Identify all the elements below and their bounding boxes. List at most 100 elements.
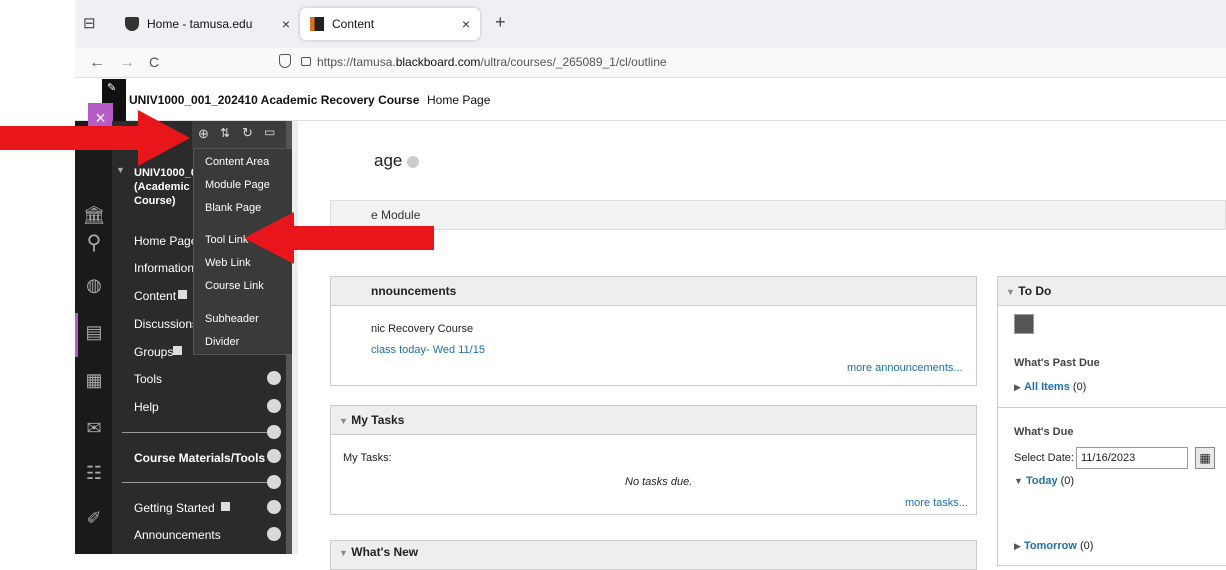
tab-list-icon[interactable]: ⊟: [83, 14, 96, 32]
url-domain: blackboard.com: [395, 55, 481, 69]
course-title-line: Course): [134, 195, 176, 207]
menu-section-header[interactable]: Course Materials/Tools: [134, 451, 265, 465]
collapse-triangle-icon[interactable]: ▼: [339, 548, 348, 558]
tasks-heading: My Tasks: [351, 413, 405, 427]
due-heading: What's Due: [1014, 426, 1074, 438]
menu-item-information[interactable]: Information: [134, 261, 194, 275]
options-chevron-icon[interactable]: [267, 500, 281, 514]
active-indicator: [75, 313, 78, 357]
shield-icon: [125, 17, 139, 31]
tab-content-title: Content: [332, 17, 375, 31]
dropdown-content-area[interactable]: Content Area: [205, 156, 269, 168]
calendar-icon[interactable]: ▦: [82, 370, 106, 394]
tab-home[interactable]: Home - tamusa.edu ×: [115, 8, 300, 40]
collapse-triangle-icon[interactable]: ▼: [1014, 476, 1023, 486]
options-chevron-icon[interactable]: [267, 399, 281, 413]
all-items-row[interactable]: ▶ All Items (0): [1014, 381, 1086, 393]
new-tab-button[interactable]: +: [495, 12, 506, 33]
shield-tracking-icon: [279, 54, 291, 68]
collapse-triangle-icon[interactable]: ▼: [339, 416, 348, 426]
courses-icon[interactable]: ▤: [82, 322, 106, 346]
grades-icon[interactable]: ☷: [82, 463, 106, 487]
today-link[interactable]: Today: [1026, 475, 1058, 487]
close-tab-icon[interactable]: ×: [462, 16, 470, 32]
tasks-empty: No tasks due.: [625, 476, 693, 488]
options-chevron-icon[interactable]: [267, 475, 281, 489]
menu-item-groups[interactable]: Groups: [134, 345, 173, 359]
date-input[interactable]: 11/16/2023: [1076, 447, 1188, 469]
pencil-icon[interactable]: ✎: [107, 81, 116, 94]
expand-triangle-icon[interactable]: ▶: [1014, 541, 1021, 551]
whats-new-header: ▼ What's New: [331, 541, 976, 570]
tab-content[interactable]: Content ×: [300, 8, 480, 40]
menu-item-tools[interactable]: Tools: [134, 372, 162, 386]
hidden-item-icon: [178, 290, 187, 299]
content-separator: [292, 121, 298, 554]
options-chevron-icon[interactable]: [267, 425, 281, 439]
expand-triangle-icon[interactable]: ▶: [1014, 382, 1021, 392]
messages-icon[interactable]: ✉: [82, 418, 106, 442]
menu-item-help[interactable]: Help: [134, 400, 159, 414]
today-row[interactable]: ▼ Today (0): [1014, 475, 1074, 487]
calendar-picker-icon[interactable]: ▦: [1195, 447, 1215, 469]
options-chevron-icon[interactable]: [267, 371, 281, 385]
menu-item-getting-started[interactable]: Getting Started: [134, 501, 215, 515]
refresh-icon[interactable]: ↻: [242, 125, 253, 141]
dropdown-module-page[interactable]: Module Page: [205, 179, 270, 191]
menu-item-discussions[interactable]: Discussions: [134, 317, 198, 331]
options-chevron-icon[interactable]: [267, 527, 281, 541]
institution-icon[interactable]: 🏛: [82, 205, 106, 229]
blackboard-logo-icon: [310, 17, 324, 31]
more-tasks-link[interactable]: more tasks...: [905, 497, 968, 509]
menu-divider: [122, 482, 274, 483]
announcement-course: nic Recovery Course: [371, 323, 474, 335]
menu-item-announcements[interactable]: Announcements: [134, 528, 221, 542]
tasks-label: My Tasks:: [343, 452, 392, 464]
all-items-count: (0): [1072, 381, 1087, 393]
todo-header: ▼ To Do: [998, 277, 1226, 306]
folder-icon[interactable]: ▭: [264, 125, 275, 139]
tomorrow-link[interactable]: Tomorrow: [1024, 540, 1077, 552]
profile-icon[interactable]: ⚲: [82, 230, 106, 254]
browser-nav-bar: ← → C https://tamusa.blackboard.com/ultr…: [75, 48, 1226, 78]
announcement-link[interactable]: class today- Wed 11/15: [371, 344, 485, 356]
whats-new-heading: What's New: [351, 545, 419, 559]
url-prefix: https://tamusa.: [317, 55, 396, 69]
announcements-header: nnouncements: [331, 277, 976, 306]
menu-item-content[interactable]: Content: [134, 289, 176, 303]
course-header: UNIV1000_001_202410 Academic Recovery Co…: [75, 79, 1226, 121]
dropdown-subheader[interactable]: Subheader: [205, 313, 259, 325]
breadcrumb-home-page[interactable]: Home Page: [427, 93, 490, 107]
tab-home-title: Home - tamusa.edu: [147, 17, 253, 31]
more-announcements-link[interactable]: more announcements...: [847, 362, 963, 374]
url-field[interactable]: https://tamusa.blackboard.com/ultra/cour…: [317, 55, 667, 69]
options-chevron-icon[interactable]: [407, 155, 420, 168]
close-tab-icon[interactable]: ×: [282, 16, 290, 32]
past-due-heading: What's Past Due: [1014, 357, 1100, 369]
whats-new-module: ▼ What's New: [330, 540, 977, 570]
collapse-triangle-icon[interactable]: ▼: [1006, 287, 1015, 297]
menu-toolbar: ⊕ ⇅ ↻ ▭: [192, 121, 286, 149]
announcements-module: nnouncements nic Recovery Course class t…: [330, 276, 977, 386]
dropdown-course-link[interactable]: Course Link: [205, 280, 264, 292]
hidden-item-icon: [173, 346, 182, 355]
reorder-icon[interactable]: ⇅: [220, 126, 230, 140]
all-items-link[interactable]: All Items: [1024, 381, 1070, 393]
add-menu-item-icon[interactable]: ⊕: [198, 126, 209, 142]
back-button[interactable]: ←: [89, 54, 105, 72]
globe-icon[interactable]: ◍: [82, 275, 106, 299]
reload-button[interactable]: C: [149, 54, 159, 70]
menu-item-home-page[interactable]: Home Page: [134, 234, 197, 248]
course-title[interactable]: UNIV1000_001_202410 Academic Recovery Co…: [129, 93, 419, 107]
menu-course-title: UNIV1000_0 (Academic Course): [134, 166, 197, 208]
annotation-arrow-right: [0, 110, 190, 166]
dropdown-divider[interactable]: Divider: [205, 336, 239, 348]
forward-button[interactable]: →: [119, 54, 135, 72]
select-date-label: Select Date:: [1014, 452, 1074, 464]
tomorrow-row[interactable]: ▶ Tomorrow (0): [1014, 540, 1093, 552]
options-chevron-icon[interactable]: [267, 449, 281, 463]
dropdown-tool-link[interactable]: Tool Link: [205, 234, 248, 246]
page-title-text: age: [374, 151, 403, 170]
annotation-arrow-left: [244, 212, 434, 264]
edit-icon[interactable]: ✐: [82, 508, 106, 532]
